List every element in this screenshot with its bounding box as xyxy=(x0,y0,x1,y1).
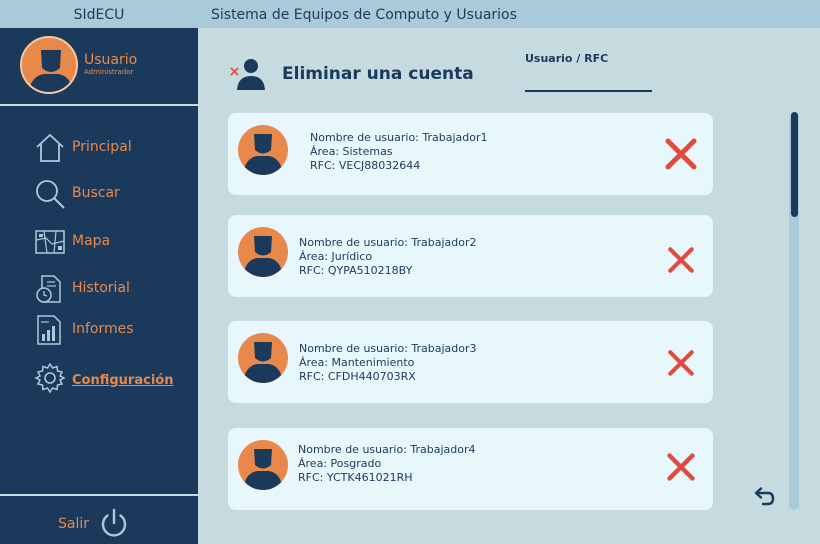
account-card: Nombre de usuario: Trabajador1 Área: Sis… xyxy=(228,113,713,195)
user-silhouette-icon xyxy=(243,449,283,490)
delete-user-icon xyxy=(230,59,265,90)
map-icon xyxy=(35,230,65,254)
title-bar: SIdECU Sistema de Equipos de Computo y U… xyxy=(0,0,820,28)
sidebar-item-buscar[interactable]: Buscar xyxy=(34,178,184,210)
sidebar-item-label: Informes xyxy=(72,321,134,337)
sidebar-item-label: Buscar xyxy=(72,185,120,201)
user-silhouette-icon xyxy=(243,134,283,175)
account-area: Área: Posgrado xyxy=(298,457,382,470)
sidebar-item-label: Mapa xyxy=(72,233,111,249)
sidebar-item-configuracion[interactable]: Configuración xyxy=(34,362,184,394)
account-username: Nombre de usuario: Trabajador2 xyxy=(299,236,477,249)
account-card: Nombre de usuario: Trabajador2 Área: Jur… xyxy=(228,215,713,297)
search-icon xyxy=(36,180,65,209)
home-icon xyxy=(36,133,64,162)
sidebar-item-informes[interactable]: Informes xyxy=(34,314,184,346)
avatar xyxy=(238,125,288,175)
logout-label: Salir xyxy=(58,516,90,532)
scrollbar-thumb[interactable] xyxy=(791,112,798,217)
power-icon xyxy=(101,508,127,537)
sidebar-item-historial[interactable]: Historial xyxy=(34,273,184,305)
delete-account-button[interactable] xyxy=(667,246,695,274)
user-silhouette-icon xyxy=(243,236,283,277)
search-input[interactable] xyxy=(525,70,652,92)
account-username: Nombre de usuario: Trabajador1 xyxy=(310,131,488,144)
avatar xyxy=(238,440,288,490)
delete-account-button[interactable] xyxy=(667,349,695,377)
account-info: Nombre de usuario: Trabajador1 Área: Sis… xyxy=(310,131,488,173)
app-title: Sistema de Equipos de Computo y Usuarios xyxy=(211,7,517,23)
sidebar-item-label: Configuración xyxy=(72,373,174,388)
account-info: Nombre de usuario: Trabajador2 Área: Jur… xyxy=(299,236,477,278)
account-area: Área: Mantenimiento xyxy=(299,356,415,369)
search-label: Usuario / RFC xyxy=(525,52,609,65)
sidebar-item-label: Principal xyxy=(72,139,132,155)
logout-button[interactable]: Salir xyxy=(0,494,198,544)
account-rfc: RFC: CFDH440703RX xyxy=(299,370,416,383)
account-rfc: RFC: VECJ88032644 xyxy=(310,159,421,172)
account-info: Nombre de usuario: Trabajador3 Área: Man… xyxy=(299,342,477,384)
sidebar-item-mapa[interactable]: Mapa xyxy=(34,226,184,258)
account-username: Nombre de usuario: Trabajador3 xyxy=(299,342,477,355)
sidebar-item-label: Historial xyxy=(72,280,130,296)
account-username: Nombre de usuario: Trabajador4 xyxy=(298,443,476,456)
sidebar-item-principal[interactable]: Principal xyxy=(34,132,184,164)
sidebar: Usuario Administrador Principal Buscar M… xyxy=(0,28,198,544)
user-silhouette-icon xyxy=(28,50,74,92)
account-area: Área: Sistemas xyxy=(310,145,393,158)
account-card: Nombre de usuario: Trabajador4 Área: Pos… xyxy=(228,428,713,510)
gear-icon xyxy=(34,362,66,394)
page-title: Eliminar una cuenta xyxy=(282,64,474,84)
account-rfc: RFC: QYPA510218BY xyxy=(299,264,413,277)
reports-icon xyxy=(37,315,61,345)
avatar xyxy=(238,333,288,383)
app-name: SIdECU xyxy=(73,7,125,23)
profile-name: Usuario xyxy=(84,52,138,68)
back-arrow-icon[interactable] xyxy=(752,486,776,508)
account-info: Nombre de usuario: Trabajador4 Área: Pos… xyxy=(298,443,476,485)
avatar xyxy=(238,227,288,277)
user-profile: Usuario Administrador xyxy=(0,28,198,106)
account-rfc: RFC: YCTK461021RH xyxy=(298,471,413,484)
avatar xyxy=(20,36,78,94)
profile-role: Administrador xyxy=(84,68,134,76)
user-silhouette-icon xyxy=(243,342,283,383)
account-area: Área: Jurídico xyxy=(299,250,373,263)
history-icon xyxy=(36,275,61,303)
delete-account-button[interactable] xyxy=(666,452,696,482)
account-card: Nombre de usuario: Trabajador3 Área: Man… xyxy=(228,321,713,403)
delete-account-button[interactable] xyxy=(664,137,698,171)
